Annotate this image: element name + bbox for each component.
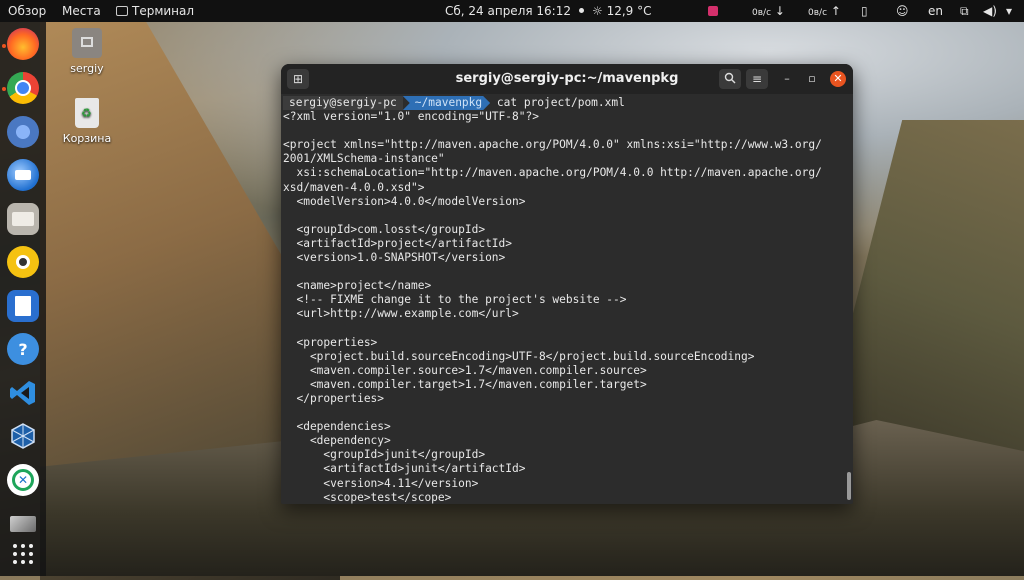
firefox-icon[interactable] xyxy=(7,28,39,60)
minimize-icon: – xyxy=(784,72,790,85)
running-indicator xyxy=(2,87,6,91)
terminal-line: </properties> xyxy=(283,391,385,405)
remote-desktop-icon[interactable]: ✕ xyxy=(7,464,39,496)
terminal-output[interactable]: sergiy@sergiy-pc ~/mavenpkg cat project/p… xyxy=(281,94,853,504)
dock: ? ✕ xyxy=(0,22,46,576)
terminal-header-bar[interactable]: ⊞ sergiy@sergiy-pc:~/mavenpkg ≡ – ▫ ✕ xyxy=(281,64,853,94)
desktop-trash-label: Корзина xyxy=(62,132,112,145)
activities-button[interactable]: Обзор xyxy=(8,0,46,22)
terminal-line: <artifactId>project</artifactId> xyxy=(283,236,513,250)
terminal-line: <!-- FIXME change it to the project's we… xyxy=(283,293,627,307)
writer-icon[interactable] xyxy=(7,290,39,322)
desktop-home-folder[interactable]: sergiy xyxy=(52,28,122,75)
terminal-line: xsi:schemaLocation="http://maven.apache.… xyxy=(283,166,822,180)
file-content: <?xml version="1.0" encoding="UTF-8"?> <p… xyxy=(283,110,853,504)
prompt-path: ~/mavenpkg xyxy=(402,96,491,111)
close-button[interactable]: ✕ xyxy=(830,71,846,87)
net-down-label: 0в/с xyxy=(752,8,772,18)
volume-icon[interactable]: ◀) xyxy=(983,0,997,22)
app-menu-label: Терминал xyxy=(132,4,195,18)
clock[interactable]: Сб, 24 апреля 16:12 xyxy=(445,0,584,22)
thunderbird-icon[interactable] xyxy=(7,159,39,191)
terminal-line: <maven.compiler.source>1.7</maven.compil… xyxy=(283,363,647,377)
prompt-line: sergiy@sergiy-pc ~/mavenpkg cat project/p… xyxy=(283,96,853,111)
terminal-icon xyxy=(116,6,128,16)
net-up-indicator[interactable]: 0в/с ↑ xyxy=(808,0,841,22)
terminal-line: 2001/XMLSchema-instance" xyxy=(283,152,445,166)
virtualbox-icon[interactable] xyxy=(7,420,39,452)
chrome-icon[interactable] xyxy=(7,72,39,104)
maximize-button[interactable]: ▫ xyxy=(804,71,820,87)
terminal-line: <dependencies> xyxy=(283,420,391,434)
arrow-up-icon: ↑ xyxy=(830,4,841,18)
terminal-line: <dependency> xyxy=(283,434,391,448)
notification-dot-icon xyxy=(578,8,584,13)
terminal-line: <scope>test</scope> xyxy=(283,490,452,504)
net-up-label: 0в/с xyxy=(808,8,828,18)
clipboard-icon[interactable]: ▯ xyxy=(861,0,868,22)
prompt-command: cat project/pom.xml xyxy=(496,96,625,109)
desktop-trash[interactable]: ♻ Корзина xyxy=(52,98,122,145)
search-icon xyxy=(724,72,736,84)
terminal-line: <version>4.11</version> xyxy=(283,476,479,490)
files-icon[interactable] xyxy=(7,203,39,235)
vscode-icon[interactable] xyxy=(7,377,39,409)
language-indicator[interactable]: en xyxy=(928,0,943,22)
terminal-scrollbar[interactable] xyxy=(847,472,851,500)
sun-icon: ☼ xyxy=(592,4,607,18)
power-menu-chevron-icon[interactable]: ▾ xyxy=(1006,0,1012,22)
terminal-line: <version>1.0-SNAPSHOT</version> xyxy=(283,251,506,265)
terminal-line: <modelVersion>4.0.0</modelVersion> xyxy=(283,194,526,208)
network-icon[interactable]: ⧉ xyxy=(960,0,969,22)
minimize-button[interactable]: – xyxy=(779,71,795,87)
clock-label: Сб, 24 апреля 16:12 xyxy=(445,4,571,18)
home-folder-icon xyxy=(72,28,102,58)
weather-indicator[interactable]: ☼ 12,9 °C xyxy=(592,0,652,22)
maximize-icon: ▫ xyxy=(808,72,816,85)
rhythmbox-icon[interactable] xyxy=(7,246,39,278)
trash-icon: ♻ xyxy=(75,98,99,128)
screenshot-icon[interactable] xyxy=(7,508,39,540)
terminal-line: xsd/maven-4.0.0.xsd"> xyxy=(283,180,425,194)
running-indicator xyxy=(2,44,6,48)
app-menu[interactable]: Терминал xyxy=(116,0,194,22)
accessibility-icon[interactable]: ☺ xyxy=(896,0,909,22)
help-icon[interactable]: ? xyxy=(7,333,39,365)
hamburger-icon: ≡ xyxy=(751,72,763,86)
places-menu[interactable]: Места xyxy=(62,0,101,22)
chromium-icon[interactable] xyxy=(7,116,39,148)
terminal-line: <project.build.sourceEncoding>UTF-8</pro… xyxy=(283,349,755,363)
terminal-line: <name>project</name> xyxy=(283,279,432,293)
terminal-line: <artifactId>junit</artifactId> xyxy=(283,462,526,476)
apps-grid-icon[interactable] xyxy=(7,538,39,570)
prompt-user: sergiy@sergiy-pc xyxy=(283,96,403,111)
close-icon: ✕ xyxy=(833,72,843,85)
terminal-line: <properties> xyxy=(283,335,378,349)
net-down-indicator[interactable]: 0в/с ↓ xyxy=(752,0,785,22)
top-bar: Обзор Места Терминал Сб, 24 апреля 16:12… xyxy=(0,0,1024,22)
arrow-down-icon: ↓ xyxy=(774,4,785,18)
terminal-line: <url>http://www.example.com</url> xyxy=(283,307,519,321)
menu-button[interactable]: ≡ xyxy=(746,69,768,89)
terminal-window[interactable]: ⊞ sergiy@sergiy-pc:~/mavenpkg ≡ – ▫ ✕ se… xyxy=(281,64,853,504)
indicator-app-icon[interactable] xyxy=(708,0,718,22)
search-button[interactable] xyxy=(719,69,741,89)
weather-label: 12,9 °C xyxy=(606,4,652,18)
desktop-home-label: sergiy xyxy=(70,62,104,75)
terminal-line: <groupId>junit</groupId> xyxy=(283,448,486,462)
terminal-line: <?xml version="1.0" encoding="UTF-8"?> xyxy=(283,110,539,124)
terminal-line: <groupId>com.losst</groupId> xyxy=(283,222,486,236)
terminal-line: <maven.compiler.target>1.7</maven.compil… xyxy=(283,377,647,391)
terminal-line: <project xmlns="http://maven.apache.org/… xyxy=(283,138,822,152)
